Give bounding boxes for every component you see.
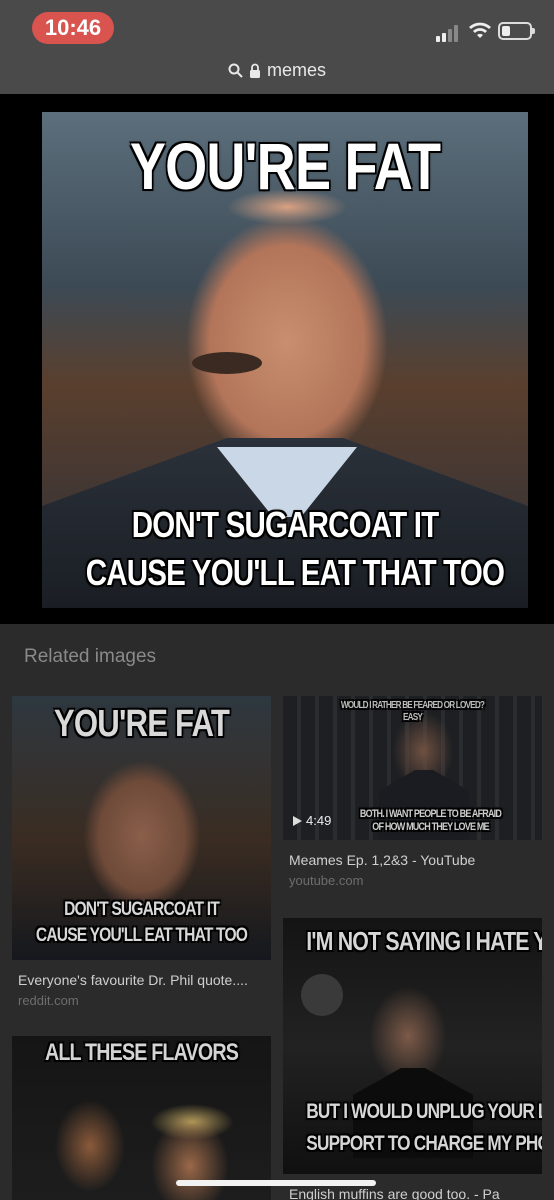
related-1-caption-bottom-1: DON'T SUGARCOAT IT bbox=[64, 899, 220, 920]
related-2-caption-top-1: WOULD I RATHER BE FEARED OR LOVED? bbox=[340, 700, 485, 711]
related-2-caption-top-2: EASY bbox=[402, 712, 423, 723]
hero-caption-top: YOU'RE FAT bbox=[129, 129, 441, 203]
related-image-3[interactable]: I'M NOT SAYING I HATE YOU BUT I WOULD UN… bbox=[283, 918, 542, 1174]
image-viewer: YOU'RE FAT DON'T SUGARCOAT IT CAUSE YOU'… bbox=[0, 94, 554, 624]
related-2-caption-bottom-2: OF HOW MUCH THEY LOVE ME bbox=[372, 821, 489, 833]
url-text: memes bbox=[266, 59, 326, 80]
browser-top-bar: 10:46 memes bbox=[0, 0, 554, 94]
related-4-caption-top: ALL THESE FLAVORS bbox=[44, 1039, 239, 1066]
hero-caption-bottom-2: CAUSE YOU'LL EAT THAT TOO bbox=[85, 552, 505, 593]
hero-caption-bottom-1: DON'T SUGARCOAT IT bbox=[131, 504, 439, 545]
signal-icon bbox=[436, 24, 462, 42]
related-1-caption-bottom-2: CAUSE YOU'LL EAT THAT TOO bbox=[35, 925, 248, 946]
lock-icon bbox=[249, 63, 260, 78]
wifi-icon bbox=[469, 22, 491, 38]
related-1-source: reddit.com bbox=[18, 993, 79, 1008]
related-image-2[interactable]: WOULD I RATHER BE FEARED OR LOVED? EASY … bbox=[283, 696, 542, 840]
logo-badge bbox=[301, 974, 343, 1016]
related-2-title[interactable]: Meames Ep. 1,2&3 - YouTube bbox=[289, 852, 539, 868]
url-bar[interactable]: memes bbox=[0, 54, 554, 86]
play-icon bbox=[293, 815, 302, 826]
related-2-source: youtube.com bbox=[289, 873, 364, 888]
related-3-caption-bottom-2: SUPPORT TO CHARGE MY PHONE bbox=[306, 1132, 542, 1155]
battery-icon bbox=[498, 22, 535, 40]
related-images-heading: Related images bbox=[24, 646, 157, 667]
battery-fill bbox=[502, 26, 510, 36]
status-time[interactable]: 10:46 bbox=[32, 12, 114, 44]
search-icon bbox=[228, 63, 243, 78]
related-3-caption-bottom-1: BUT I WOULD UNPLUG YOUR LIFE bbox=[306, 1100, 542, 1123]
related-images-section: Related images YOU'RE FAT DON'T SUGARCOA… bbox=[0, 624, 554, 1200]
related-3-title[interactable]: English muffins are good too. - Pa bbox=[289, 1186, 539, 1200]
hero-meme-image[interactable]: YOU'RE FAT DON'T SUGARCOAT IT CAUSE YOU'… bbox=[42, 112, 528, 608]
home-indicator[interactable] bbox=[176, 1180, 376, 1186]
related-1-caption-top: YOU'RE FAT bbox=[53, 703, 230, 745]
related-1-title[interactable]: Everyone's favourite Dr. Phil quote.... bbox=[18, 972, 268, 988]
related-2-caption-bottom-1: BOTH. I WANT PEOPLE TO BE AFRAID bbox=[359, 808, 502, 820]
related-image-4[interactable]: ALL THESE FLAVORS bbox=[12, 1036, 271, 1200]
video-duration: 4:49 bbox=[293, 813, 331, 828]
related-3-caption-top: I'M NOT SAYING I HATE YOU bbox=[306, 926, 542, 956]
video-duration-text: 4:49 bbox=[306, 813, 332, 828]
related-image-1[interactable]: YOU'RE FAT DON'T SUGARCOAT IT CAUSE YOU'… bbox=[12, 696, 271, 960]
mustache bbox=[192, 352, 262, 374]
